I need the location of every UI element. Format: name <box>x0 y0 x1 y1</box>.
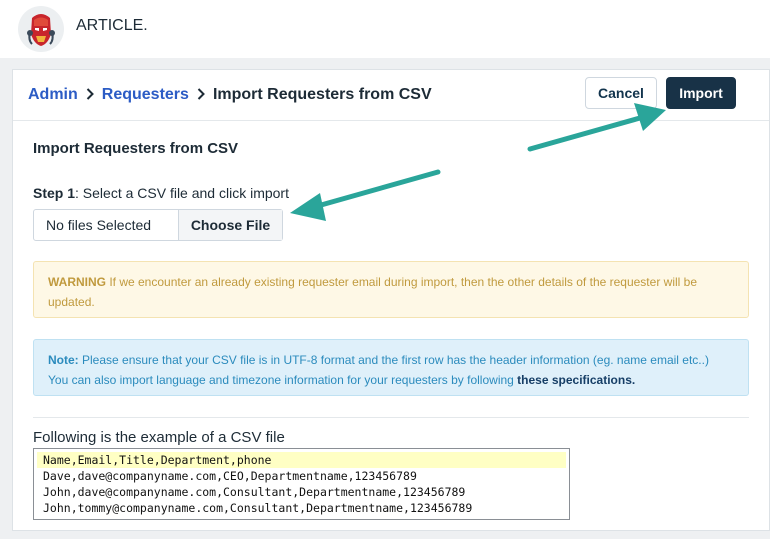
note-text: Please ensure that your CSV file is in U… <box>78 353 709 367</box>
note-label: Note: <box>48 353 79 367</box>
breadcrumb: Admin Requesters Import Requesters from … <box>28 86 432 104</box>
import-button[interactable]: Import <box>666 77 736 109</box>
csv-example: Name,Email,Title,Department,phone Dave,d… <box>33 448 570 520</box>
panel-header: Admin Requesters Import Requesters from … <box>13 70 769 121</box>
brand-name: ARTICLE. <box>76 17 148 34</box>
divider <box>33 417 749 418</box>
top-bar: ARTICLE. <box>0 0 770 58</box>
choose-file-button[interactable]: Choose File <box>178 210 282 240</box>
note-text-2: You can also import language and timezon… <box>48 373 518 387</box>
breadcrumb-admin-link[interactable]: Admin <box>28 86 78 104</box>
csv-header-row: Name,Email,Title,Department,phone <box>37 452 566 468</box>
warning-label: WARNING <box>48 275 106 289</box>
specifications-link[interactable]: these specifications. <box>517 373 635 387</box>
breadcrumb-current: Import Requesters from CSV <box>212 86 432 103</box>
note-alert: Note: Please ensure that your CSV file i… <box>33 339 749 396</box>
brand-logo-icon[interactable] <box>18 6 64 52</box>
step-label: Step 1 <box>33 185 76 201</box>
note-line-2: You can also import language and timezon… <box>48 370 734 390</box>
step-instruction: Step 1: Select a CSV file and click impo… <box>33 185 289 201</box>
warning-text: If we encounter an already existing requ… <box>48 275 697 309</box>
import-panel: Admin Requesters Import Requesters from … <box>12 69 770 531</box>
breadcrumb-requesters-link[interactable]: Requesters <box>102 86 189 104</box>
note-line-1: Note: Please ensure that your CSV file i… <box>48 350 734 370</box>
csv-row: Dave,dave@companyname.com,CEO,Department… <box>43 469 417 483</box>
chevron-right-icon <box>197 87 205 103</box>
chevron-right-icon <box>86 87 94 103</box>
csv-row: John,dave@companyname.com,Consultant,Dep… <box>43 485 466 499</box>
file-input[interactable]: No files Selected Choose File <box>33 209 283 241</box>
warning-alert: WARNING If we encounter an already exist… <box>33 261 749 318</box>
cancel-button[interactable]: Cancel <box>585 77 657 109</box>
section-title: Import Requesters from CSV <box>33 140 239 157</box>
file-status: No files Selected <box>46 217 152 233</box>
example-title: Following is the example of a CSV file <box>33 429 285 446</box>
step-text: : Select a CSV file and click import <box>75 185 289 201</box>
csv-row: John,tommy@companyname.com,Consultant,De… <box>43 501 473 515</box>
